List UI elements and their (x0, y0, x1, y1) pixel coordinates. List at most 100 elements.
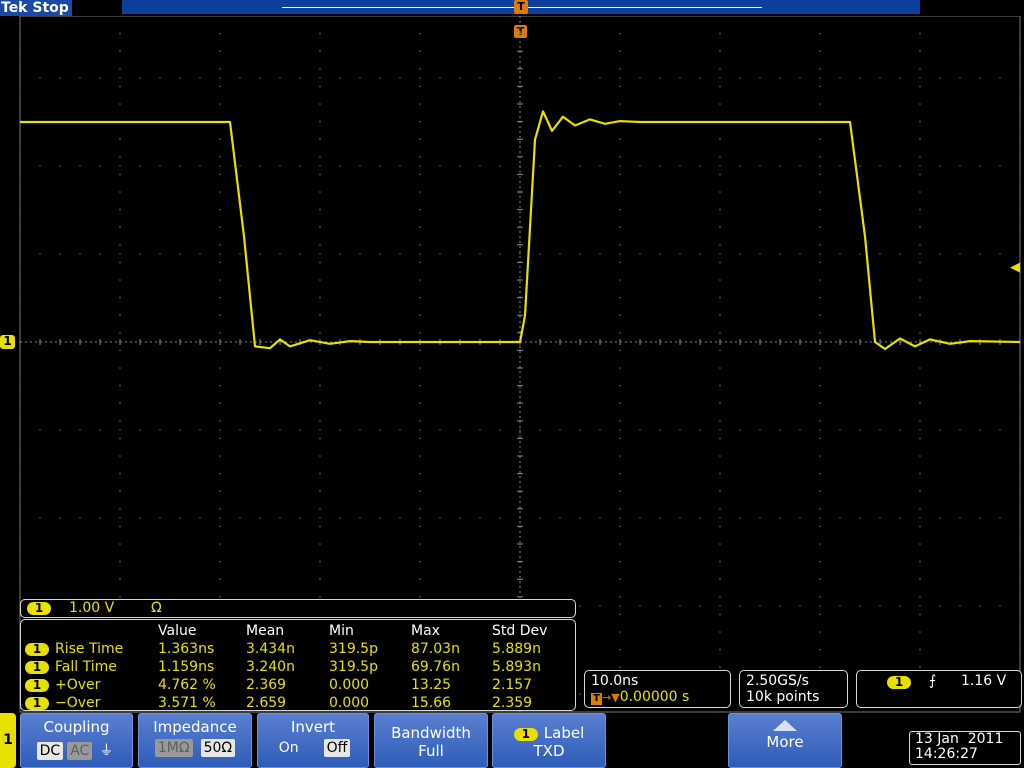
grid-dot (1019, 543, 1021, 545)
trigger-position-icon[interactable]: T (514, 0, 528, 14)
impedance-1mohm-option[interactable]: 1MΩ (154, 739, 193, 757)
grid-dot (819, 253, 821, 255)
grid-dot (179, 517, 181, 519)
grid-dot (919, 429, 921, 431)
more-button[interactable]: More (728, 713, 842, 768)
timebase-readout[interactable]: 10.0ns T →▼0.00000 s (584, 670, 731, 708)
channel-1-badge: 1 (25, 661, 49, 674)
acquisition-readout[interactable]: 2.50GS/s 10k points (739, 670, 848, 708)
trigger-level-arrow-icon[interactable]: ◀ (1010, 260, 1020, 275)
record-length: 10k points (746, 689, 820, 705)
grid-dot (719, 296, 721, 299)
grid-dot (939, 517, 941, 519)
grid-dot (319, 85, 321, 88)
menu-channel-tab[interactable]: 1 (0, 713, 16, 768)
grid-dot (459, 165, 461, 167)
grid-dot (619, 613, 621, 616)
invert-button[interactable]: Invert On Off (257, 713, 369, 768)
grid-dot (939, 605, 941, 607)
grid-dot (19, 156, 21, 158)
grid-dot (919, 508, 921, 510)
grid-dot (719, 226, 721, 228)
grid-dot (359, 77, 361, 79)
grid-dot (319, 50, 321, 52)
label-value: TXD (533, 742, 565, 760)
grid-dot (499, 77, 501, 79)
grid-dot (719, 560, 721, 563)
grid-dot (219, 455, 221, 457)
grid-dot (399, 165, 401, 167)
grid-dot (299, 77, 301, 79)
trigger-readout[interactable]: 1 ⨍ 1.16 V (856, 670, 1022, 708)
grid-dot (639, 253, 641, 255)
grid-dot (859, 605, 861, 607)
grid-dot (459, 517, 461, 519)
impedance-button[interactable]: Impedance 1MΩ 50Ω (138, 713, 252, 768)
invert-off-option[interactable]: Off (323, 739, 351, 757)
grid-dot (979, 77, 981, 79)
grid-dot (759, 165, 761, 167)
grid-dot (919, 560, 921, 563)
grid-dot (419, 560, 421, 563)
grid-dot (319, 420, 321, 422)
measurements-panel[interactable]: Value Mean Min Max Std Dev 1 Rise Time 1.… (20, 619, 576, 711)
grid-dot (59, 77, 61, 79)
grid-dot (119, 138, 121, 140)
grid-dot (419, 429, 421, 431)
grid-dot (119, 560, 121, 563)
grid-dot (219, 543, 221, 545)
invert-on-option[interactable]: On (276, 739, 302, 757)
grid-dot (219, 50, 221, 52)
bandwidth-button[interactable]: Bandwidth Full (374, 713, 488, 768)
grid-dot (1019, 279, 1021, 281)
grid-dot (619, 560, 621, 563)
channel-scale-readout[interactable]: 1 1.00 V Ω (20, 599, 576, 618)
grid-dot (1019, 648, 1021, 651)
grid-dot (919, 244, 921, 246)
grid-dot (419, 226, 421, 228)
grid-dot (819, 517, 821, 519)
col-max: Max (411, 623, 440, 639)
grid-dot (319, 16, 321, 17)
coupling-dc-option[interactable]: DC (36, 742, 64, 760)
grid-dot (459, 253, 461, 255)
channel-1-ground-marker[interactable]: 1 (0, 335, 15, 349)
coupling-ac-option[interactable]: AC (67, 742, 93, 760)
grid-dot (19, 517, 21, 519)
grid-dot (859, 429, 861, 431)
col-mean: Mean (246, 623, 285, 639)
grid-dot (319, 367, 321, 369)
grid-dot (219, 429, 221, 431)
grid-dot (219, 314, 221, 317)
grid-dot (559, 77, 561, 79)
grid-dot (819, 50, 821, 52)
grid-dot (999, 517, 1001, 519)
measurement-row: 1 Rise Time 1.363ns 3.434n 319.5p 87.03n … (25, 640, 572, 658)
grid-dot (819, 191, 821, 193)
ground-icon[interactable]: ⏚ (96, 739, 116, 761)
grid-dot (739, 429, 741, 431)
grid-dot (619, 50, 621, 52)
grid-dot (919, 332, 921, 334)
grid-dot (619, 208, 621, 211)
grid-dot (19, 191, 21, 193)
grid-dot (719, 16, 721, 17)
grid-dot (119, 384, 121, 387)
grid-dot (379, 517, 381, 519)
grid-dot (1019, 578, 1021, 580)
grid-dot (219, 261, 221, 264)
grid-dot (819, 560, 821, 563)
grid-dot (919, 472, 921, 475)
label-channel-badge: 1 (513, 728, 538, 741)
coupling-button[interactable]: Coupling DC AC ⏚ (20, 713, 133, 768)
grid-dot (1019, 191, 1021, 193)
grid-dot (99, 253, 101, 255)
grid-dot (219, 508, 221, 510)
grid-dot (459, 429, 461, 431)
label-button[interactable]: 1 Label TXD (492, 713, 606, 768)
bandwidth-title: Bandwidth (391, 724, 471, 742)
measurement-max: 87.03n (411, 641, 460, 657)
grid-dot (999, 77, 1001, 79)
grid-dot (159, 253, 161, 255)
impedance-50ohm-option[interactable]: 50Ω (200, 739, 236, 757)
